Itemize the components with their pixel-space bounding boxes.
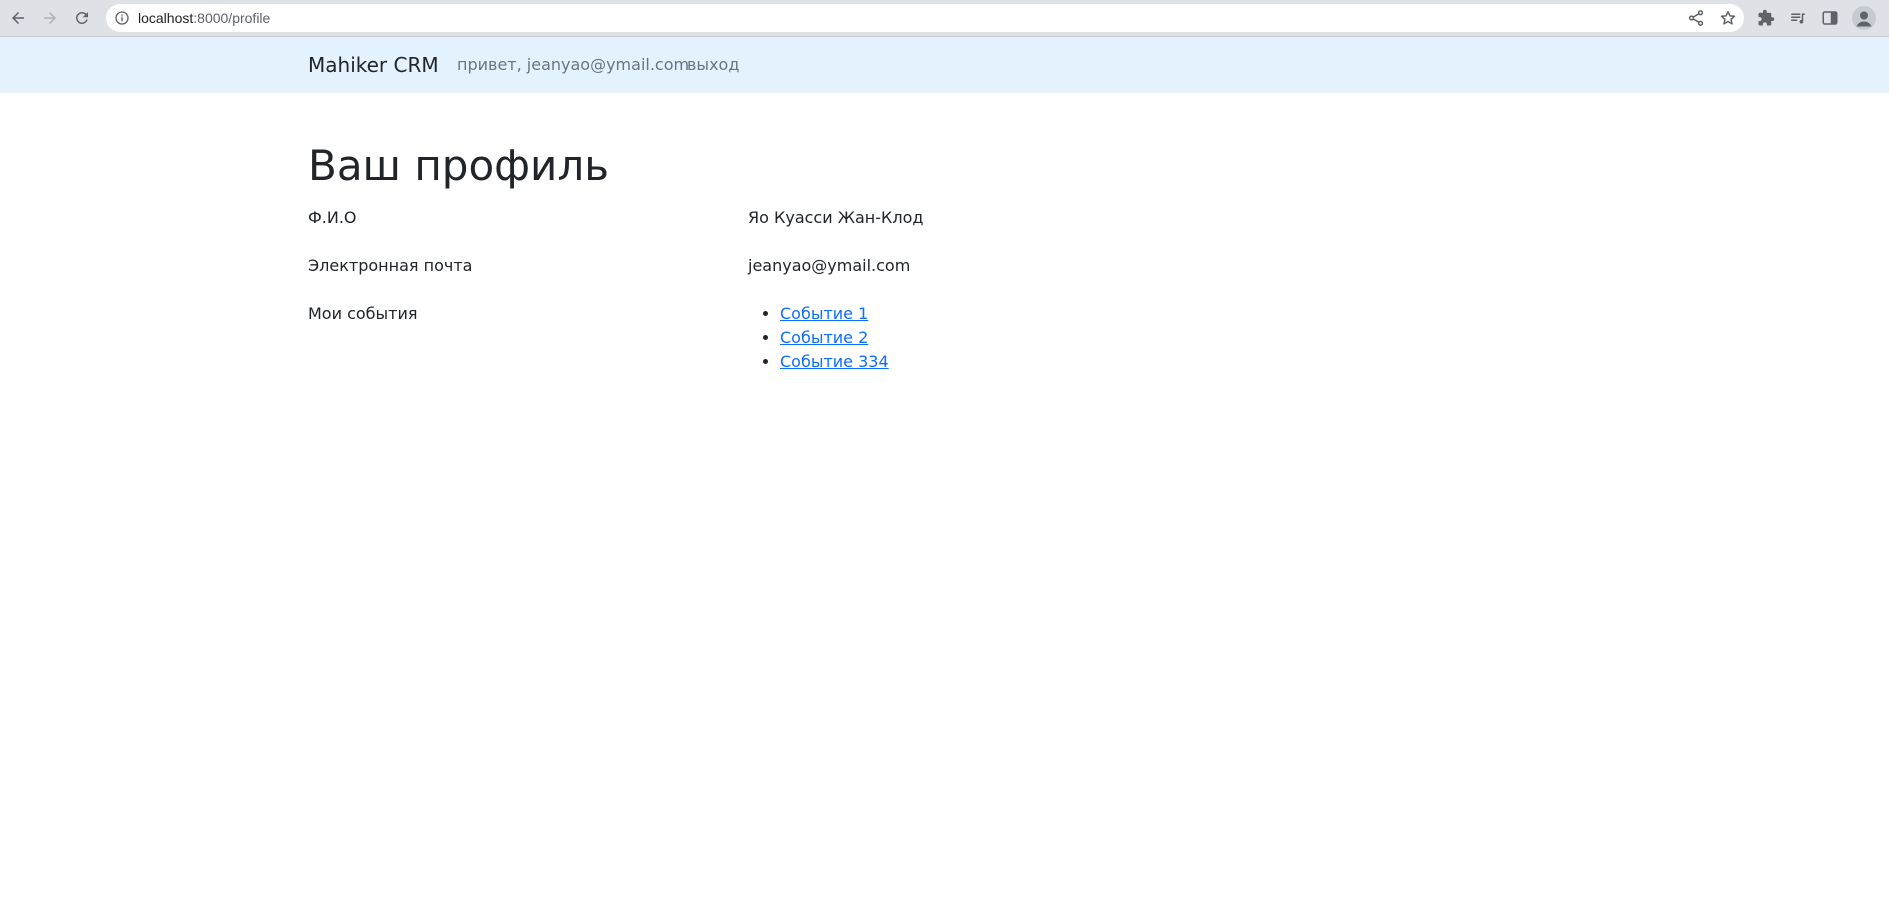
event-link-2[interactable]: Событие 2 [780, 328, 868, 347]
info-icon[interactable] [114, 10, 130, 26]
share-icon[interactable] [1687, 9, 1705, 27]
reload-icon[interactable] [69, 5, 95, 31]
field-value-email: jeanyao@ymail.com [748, 256, 911, 275]
list-item: Событие 1 [780, 302, 889, 326]
url-host: localhost [138, 10, 194, 26]
profile-avatar-icon[interactable] [1852, 6, 1876, 30]
forward-arrow-icon[interactable] [37, 5, 63, 31]
brand-link[interactable]: Mahiker CRM [308, 37, 439, 93]
field-label-email: Электронная почта [308, 256, 473, 275]
field-label-name: Ф.И.О [308, 208, 357, 227]
field-value-name: Яо Куасси Жан-Клод [748, 208, 924, 227]
browser-toolbar: localhost:8000/profile [0, 0, 1889, 37]
list-item: Событие 334 [780, 350, 889, 374]
field-label-events: Мои события [308, 304, 418, 323]
logout-link[interactable]: выход [687, 37, 739, 93]
url-path: :8000/profile [193, 10, 271, 26]
side-panel-icon[interactable] [1819, 7, 1841, 29]
site-navbar: Mahiker CRM привет, jeanyao@ymail.com вы… [0, 37, 1889, 93]
events-list: Событие 1 Событие 2 Событие 334 [748, 302, 889, 374]
reading-list-icon[interactable] [1787, 7, 1809, 29]
event-link-334[interactable]: Событие 334 [780, 352, 889, 371]
back-arrow-icon[interactable] [5, 5, 31, 31]
event-link-1[interactable]: Событие 1 [780, 304, 868, 323]
url-text: localhost:8000/profile [138, 4, 270, 32]
greeting-link[interactable]: привет, jeanyao@ymail.com [457, 37, 689, 93]
star-icon[interactable] [1719, 9, 1737, 27]
list-item: Событие 2 [780, 326, 889, 350]
puzzle-icon[interactable] [1755, 7, 1777, 29]
address-bar[interactable]: localhost:8000/profile [106, 4, 1744, 32]
page-title: Ваш профиль [308, 141, 609, 190]
